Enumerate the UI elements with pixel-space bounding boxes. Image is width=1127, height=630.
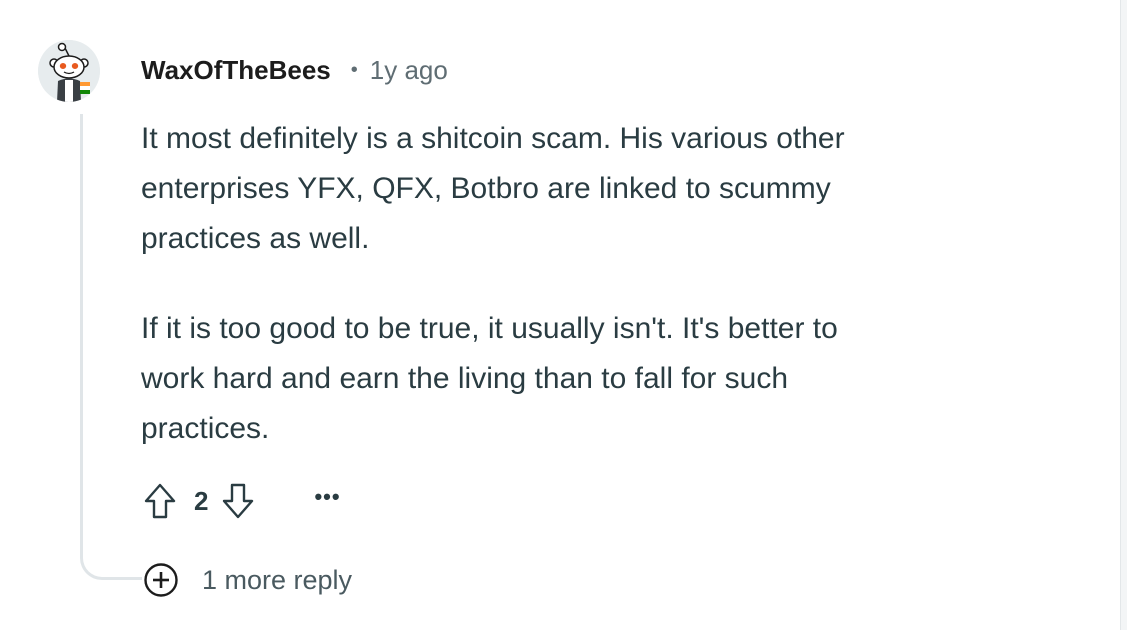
comment-body: It most definitely is a shitcoin scam. H… [141,114,1041,454]
upvote-arrow-icon [144,483,176,519]
more-replies-button[interactable]: 1 more reply [142,560,352,600]
comment-actions: 2 ••• [140,478,341,524]
username-link[interactable]: WaxOfTheBees [141,55,331,86]
thread-line[interactable] [80,114,142,580]
scrollbar-track[interactable] [1120,0,1127,630]
plus-circle-icon [142,561,180,599]
meta-separator: • [350,58,358,81]
more-replies-label: 1 more reply [202,564,353,595]
avatar[interactable] [38,40,100,102]
snoo-avatar-icon [38,40,100,102]
vote-score: 2 [194,485,209,516]
comment-paragraph: If it is too good to be true, it usually… [141,312,838,445]
downvote-arrow-icon [223,483,254,519]
downvote-button[interactable] [218,479,258,523]
timestamp[interactable]: 1y ago [370,55,448,86]
upvote-button[interactable] [140,479,180,523]
more-options-button[interactable]: ••• [314,486,340,515]
comment-meta: WaxOfTheBees • 1y ago [141,53,448,87]
comment-paragraph: It most definitely is a shitcoin scam. H… [141,122,845,255]
